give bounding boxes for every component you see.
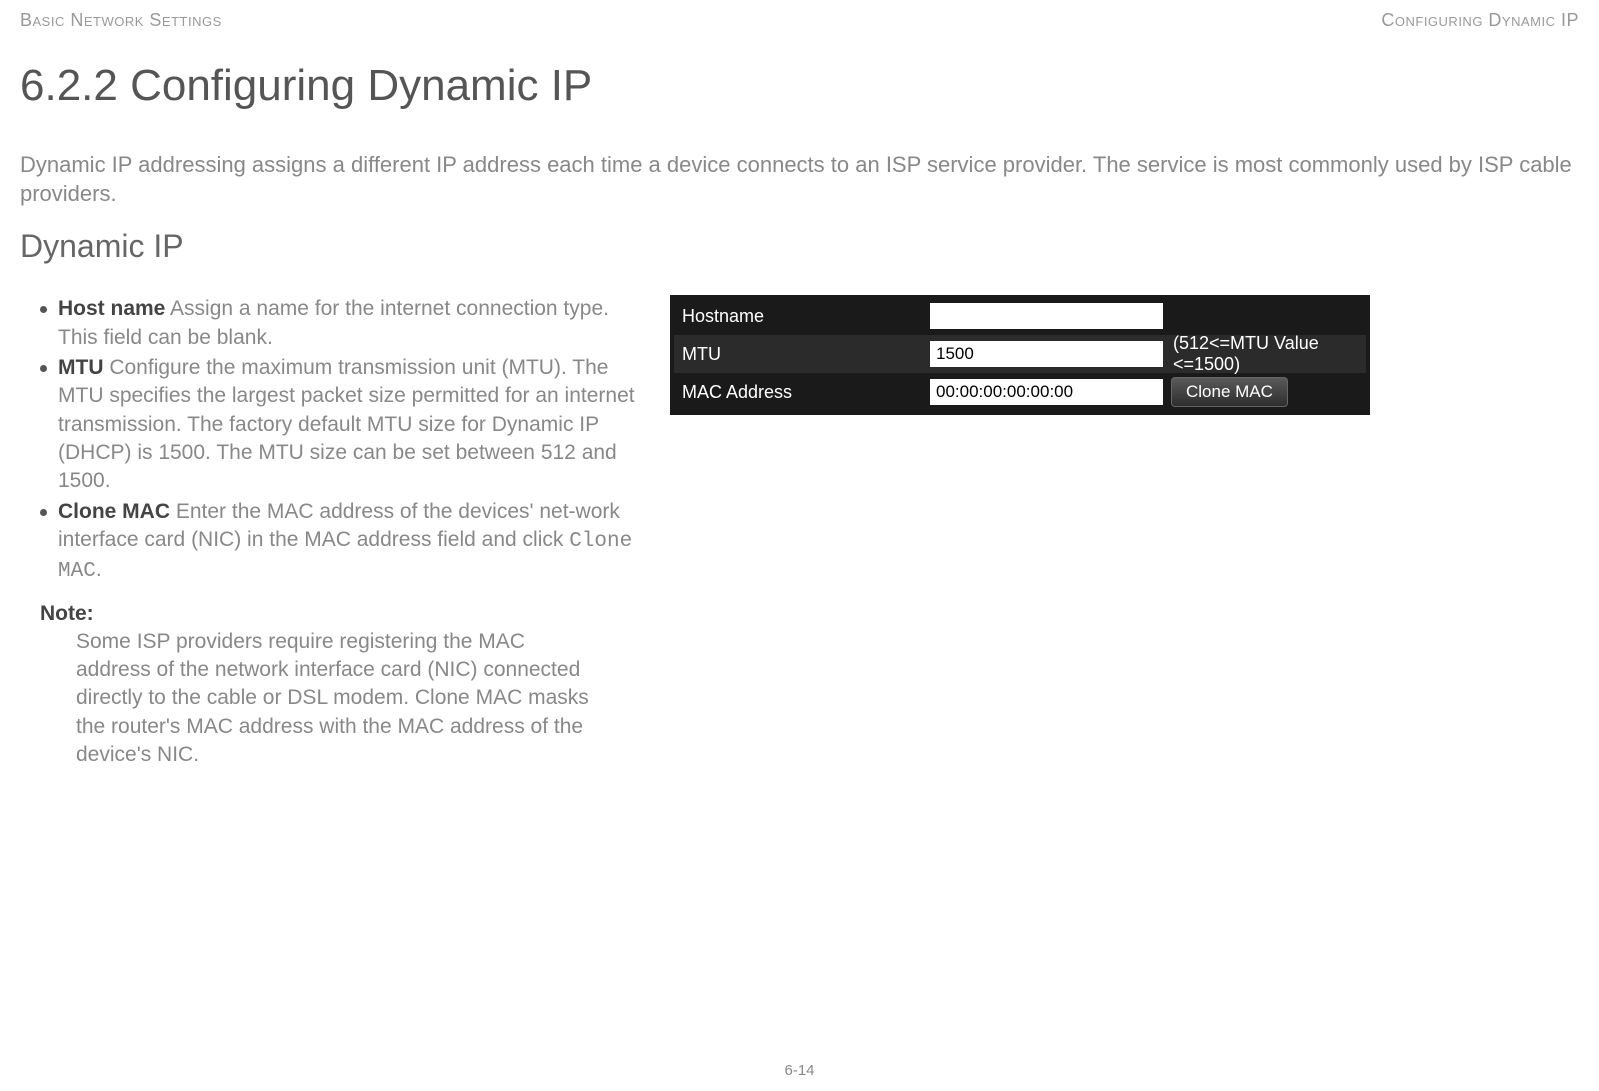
mtu-row: MTU (512<=MTU Value <=1500): [674, 335, 1366, 373]
mtu-hint: (512<=MTU Value <=1500): [1169, 333, 1366, 375]
note-label: Note:: [40, 602, 640, 626]
config-panel: Hostname MTU (512<=MTU Value <=1500) MAC…: [670, 295, 1370, 415]
list-item-mtu: MTU Configure the maximum transmission u…: [40, 354, 640, 496]
mtu-label: MTU: [674, 344, 924, 365]
mtu-desc: Configure the maximum transmission unit …: [58, 356, 635, 492]
page-header: Basic Network Settings Configuring Dynam…: [20, 10, 1579, 31]
clonemac-desc-b: .: [96, 558, 102, 581]
left-column: Host name Assign a name for the internet…: [20, 295, 640, 769]
list-item-hostname: Host name Assign a name for the internet…: [40, 295, 640, 352]
right-column: Hostname MTU (512<=MTU Value <=1500) MAC…: [670, 295, 1579, 415]
page-title: 6.2.2 Configuring Dynamic IP: [20, 61, 1579, 111]
bullet-list: Host name Assign a name for the internet…: [20, 295, 640, 586]
mac-row: MAC Address Clone MAC: [674, 373, 1366, 411]
intro-paragraph: Dynamic IP addressing assigns a differen…: [20, 151, 1579, 208]
clonemac-term: Clone MAC: [58, 500, 170, 523]
clone-mac-button[interactable]: Clone MAC: [1171, 377, 1288, 407]
mac-input[interactable]: [930, 379, 1163, 405]
header-left: Basic Network Settings: [20, 10, 222, 31]
subheading: Dynamic IP: [20, 228, 1579, 265]
hostname-label: Hostname: [674, 306, 924, 327]
hostname-row: Hostname: [674, 297, 1366, 335]
note-text: Some ISP providers require registering t…: [40, 628, 600, 770]
mtu-input[interactable]: [930, 341, 1163, 367]
mtu-term: MTU: [58, 356, 104, 379]
mac-label: MAC Address: [674, 382, 924, 403]
list-item-clonemac: Clone MAC Enter the MAC address of the d…: [40, 498, 640, 587]
note-block: Note: Some ISP providers require registe…: [20, 602, 640, 770]
content-row: Host name Assign a name for the internet…: [20, 295, 1579, 769]
hostname-term: Host name: [58, 297, 165, 320]
hostname-input[interactable]: [930, 303, 1163, 329]
page-number: 6-14: [0, 1062, 1599, 1079]
header-right: Configuring Dynamic IP: [1381, 10, 1579, 31]
